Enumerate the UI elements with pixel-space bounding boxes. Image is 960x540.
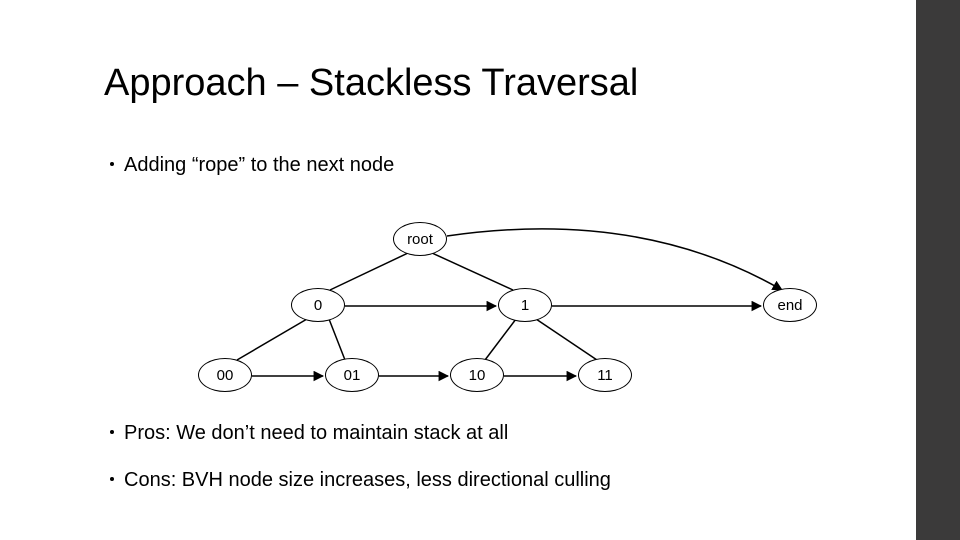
- node-00: 00: [198, 358, 252, 392]
- tree-edges: [0, 0, 960, 540]
- node-label: 11: [597, 367, 613, 384]
- node-label: 10: [469, 367, 486, 384]
- node-end: end: [763, 288, 817, 322]
- node-label: 00: [217, 367, 234, 384]
- node-11: 11: [578, 358, 632, 392]
- node-label: 1: [521, 297, 529, 314]
- node-10: 10: [450, 358, 504, 392]
- node-01: 01: [325, 358, 379, 392]
- node-1: 1: [498, 288, 552, 322]
- node-label: end: [777, 297, 802, 314]
- node-label: root: [407, 231, 433, 248]
- node-root: root: [393, 222, 447, 256]
- node-label: 0: [314, 297, 322, 314]
- node-label: 01: [344, 367, 361, 384]
- node-0: 0: [291, 288, 345, 322]
